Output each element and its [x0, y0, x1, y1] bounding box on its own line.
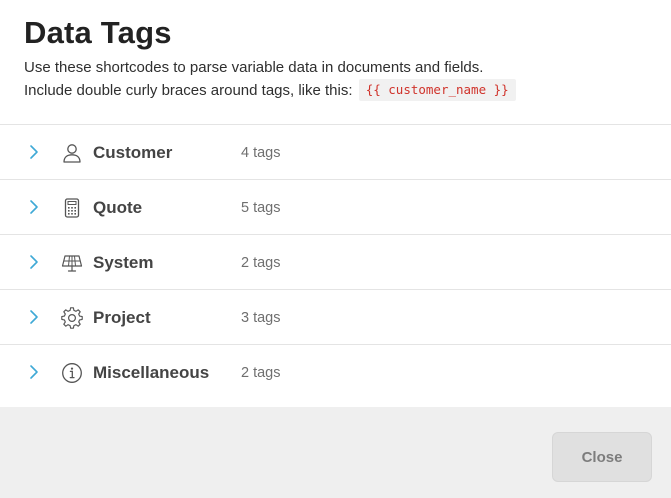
chevron-right-icon[interactable] — [28, 364, 40, 380]
category-name: Customer — [93, 143, 173, 162]
data-tags-modal: Data Tags Use these shortcodes to parse … — [0, 0, 671, 498]
description-line-2: Include double curly braces around tags,… — [24, 79, 647, 102]
modal-footer: Close — [0, 407, 671, 498]
category-count: 4 tags — [241, 145, 281, 161]
calculator-icon — [64, 198, 80, 218]
description-line-1: Use these shortcodes to parse variable d… — [24, 59, 484, 76]
category-name: Miscellaneous — [93, 363, 210, 382]
category-count: 2 tags — [241, 255, 281, 271]
category-name: System — [93, 253, 154, 272]
category-row-miscellaneous[interactable]: Miscellaneous 2 tags — [0, 345, 671, 400]
chevron-right-icon[interactable] — [28, 254, 40, 270]
category-list: Customer 4 tags Quote 5 tags System 2 ta… — [0, 124, 671, 400]
chevron-right-icon[interactable] — [28, 309, 40, 325]
gear-icon — [61, 307, 83, 329]
modal-title: Data Tags — [24, 15, 172, 50]
person-icon — [63, 144, 81, 163]
category-row-quote[interactable]: Quote 5 tags — [0, 180, 671, 235]
close-button[interactable]: Close — [552, 432, 652, 482]
category-count: 2 tags — [241, 365, 281, 381]
chevron-right-icon[interactable] — [28, 144, 40, 160]
description-line-2-text: Include double curly braces around tags,… — [24, 82, 353, 99]
category-name: Quote — [93, 198, 143, 217]
example-code: {{ customer_name }} — [358, 79, 516, 101]
modal-description: Use these shortcodes to parse variable d… — [24, 57, 647, 102]
modal-header: Data Tags Use these shortcodes to parse … — [0, 0, 671, 124]
chevron-right-icon[interactable] — [28, 199, 40, 215]
info-icon — [62, 363, 82, 383]
category-name: Project — [93, 308, 151, 327]
category-row-customer[interactable]: Customer 4 tags — [0, 125, 671, 180]
solar-panel-icon — [61, 255, 83, 272]
category-row-project[interactable]: Project 3 tags — [0, 290, 671, 345]
category-count: 3 tags — [241, 310, 281, 326]
category-count: 5 tags — [241, 200, 281, 216]
category-row-system[interactable]: System 2 tags — [0, 235, 671, 290]
